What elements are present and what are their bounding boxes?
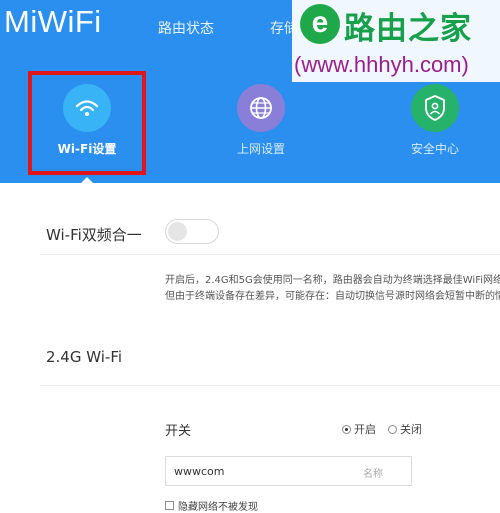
watermark-title: 路由之家 [344, 11, 472, 47]
hide-network-option[interactable]: 隐藏网络不被发现 [165, 498, 258, 513]
watermark-logo-icon: e [300, 4, 340, 44]
tile-label-security: 安全中心 [410, 142, 459, 156]
wifi-24g-title: 2.4G Wi-Fi [46, 348, 123, 366]
radio-off[interactable] [388, 424, 397, 434]
description-line-2: 但由于终端设备存在差异，可能存在：自动切换信号源时网络会短暂中断的情况 [165, 291, 500, 302]
dual-band-description: 开启后，2.4G和5G会使用同一名称，路由器会自动为终端选择最佳WiFi网络 但… [165, 273, 500, 305]
wifi-name-hint: 名称 [363, 469, 383, 480]
dual-band-toggle[interactable] [165, 219, 219, 244]
switch-label: 开关 [165, 424, 192, 439]
description-line-1: 开启后，2.4G和5G会使用同一名称，路由器会自动为终端选择最佳WiFi网络 [165, 275, 500, 286]
switch-radio-group: 开启 关闭 [342, 421, 434, 437]
tab-router-status[interactable]: 路由状态 [158, 18, 214, 38]
globe-icon [237, 84, 285, 132]
site-watermark: e 路由之家 (www.hhhyh.com) [292, 0, 500, 82]
watermark-url: (www.hhhyh.com) [294, 52, 469, 77]
shield-icon [411, 84, 459, 132]
divider [40, 385, 500, 386]
radio-off-label[interactable]: 关闭 [400, 421, 422, 437]
hide-network-checkbox[interactable] [165, 501, 174, 510]
radio-on-label[interactable]: 开启 [354, 421, 376, 437]
wifi-name-value: wwwcom [174, 465, 225, 478]
tile-security-center[interactable]: 安全中心 [385, 84, 485, 157]
dual-band-label: Wi-Fi双频合一 [46, 226, 142, 244]
wifi-name-input[interactable]: wwwcom 名称 [165, 456, 412, 486]
tile-label-internet: 上网设置 [236, 142, 285, 156]
hide-network-label: 隐藏网络不被发现 [178, 502, 258, 513]
tile-internet-settings[interactable]: 上网设置 [211, 84, 311, 157]
miwifi-logo: MiWiFi [4, 4, 102, 39]
radio-on[interactable] [342, 424, 351, 434]
highlight-box [28, 71, 146, 175]
divider [40, 254, 500, 255]
toggle-knob [168, 222, 187, 241]
